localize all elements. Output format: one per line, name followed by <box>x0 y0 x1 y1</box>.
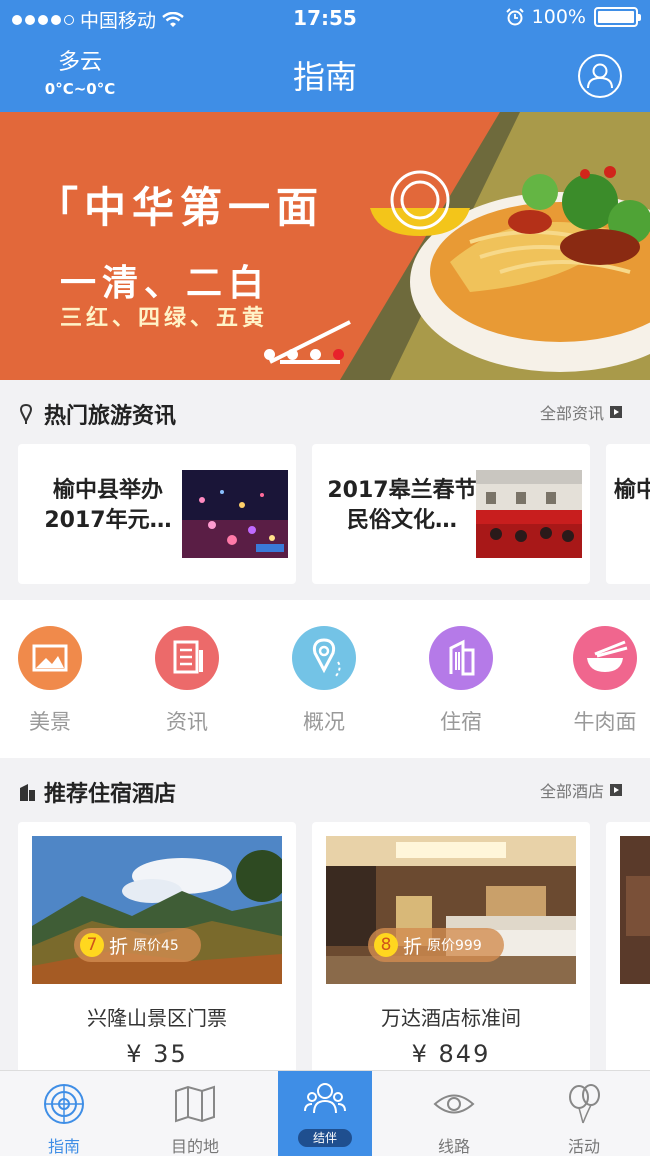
discount-unit: 折 <box>403 935 423 958</box>
category-overview[interactable]: 概况 <box>274 626 374 736</box>
hotel-card[interactable] <box>606 822 650 1072</box>
category-news[interactable]: 资讯 <box>137 626 237 736</box>
category-lodging[interactable]: 住宿 <box>411 626 511 736</box>
category-scenery[interactable]: 美景 <box>0 626 100 736</box>
page-title: 指南 <box>292 58 357 96</box>
hotel-card[interactable]: 8 折 原价999 万达酒店标准间 ¥ 849 <box>312 822 590 1072</box>
tab-destination[interactable]: 目的地 <box>148 1071 242 1156</box>
hotel-list[interactable]: 7 折 原价45 兴隆山景区门票 ¥ 35 8 折 原价999 万达酒店标准间 … <box>0 822 650 1072</box>
user-icon <box>587 63 613 89</box>
lantern-festival-image <box>182 470 288 558</box>
map-icon <box>175 1085 215 1123</box>
top-bar: 中国移动 17:55 100% 多云 0°C~0°C 指南 <box>0 0 650 112</box>
tab-label: 线路 <box>437 1137 470 1156</box>
category-label: 牛肉面 <box>573 710 637 734</box>
user-profile-button[interactable] <box>578 54 622 98</box>
hotel-building-icon <box>20 784 35 801</box>
balloon-icon <box>569 1084 600 1124</box>
news-card-title: 2017皋兰春节民俗文化… <box>327 478 477 533</box>
category-grid: 美景 资讯 概况 住宿 牛肉面 <box>0 600 650 758</box>
battery-label: 100% <box>531 6 586 28</box>
hotel-name: 万达酒店标准间 <box>381 1006 521 1030</box>
all-hotels-link[interactable]: 全部酒店 <box>540 778 622 802</box>
news-card[interactable]: 榆中动国 <box>606 444 650 584</box>
discount-number: 8 <box>374 933 398 957</box>
building-icon <box>429 626 493 690</box>
hotels-section-header: 推荐住宿酒店 全部酒店 <box>0 758 650 822</box>
location-pin-icon <box>20 404 32 424</box>
banner-subline: 一清、二白 <box>60 262 271 304</box>
discount-unit: 折 <box>109 935 129 958</box>
picture-icon <box>18 626 82 690</box>
news-section-header: 热门旅游资讯 全部资讯 <box>0 380 650 444</box>
document-icon <box>155 626 219 690</box>
original-price: 原价999 <box>427 938 482 954</box>
news-card[interactable]: 榆中县举办2017年元… <box>18 444 296 584</box>
news-card-title: 榆中动国 <box>614 478 650 503</box>
arrow-right-icon <box>610 784 622 796</box>
tab-routes[interactable]: 线路 <box>407 1071 501 1156</box>
group-icon <box>304 1083 346 1114</box>
status-right: 100% <box>505 6 641 28</box>
category-label: 美景 <box>29 710 71 734</box>
discount-badge: 7 折 原价45 <box>74 928 201 962</box>
all-news-link[interactable]: 全部资讯 <box>540 400 622 424</box>
banner-carousel[interactable]: 「中华第一面 一清、二白 三红、四绿、五黄 <box>0 112 650 380</box>
banner-headline: 「中华第一面 <box>36 183 325 232</box>
tab-companion[interactable]: 结伴 <box>278 1071 372 1156</box>
discount-badge: 8 折 原价999 <box>368 928 504 962</box>
map-pin-icon <box>292 626 356 690</box>
hotel-room-image <box>620 836 650 984</box>
pager-dot[interactable] <box>287 349 298 360</box>
tab-label: 活动 <box>567 1137 600 1156</box>
news-list[interactable]: 榆中县举办2017年元… 2017皋兰春节民俗文化… 榆中动国 <box>0 444 650 584</box>
all-news-label: 全部资讯 <box>539 404 604 423</box>
banner-tagline: 三红、四绿、五黄 <box>60 305 269 331</box>
news-card-title: 榆中县举办2017年元… <box>44 478 172 533</box>
radar-icon <box>44 1084 84 1124</box>
noodle-bowl-image <box>269 112 650 380</box>
pager-dot[interactable] <box>310 349 321 360</box>
all-hotels-label: 全部酒店 <box>539 782 604 801</box>
bottom-tab-bar: 指南 目的地 结伴 线路 活动 <box>0 1070 650 1156</box>
original-price: 原价45 <box>133 938 179 954</box>
arrow-right-icon <box>610 406 622 418</box>
alarm-icon <box>505 8 524 26</box>
noodle-bowl-icon <box>573 626 637 690</box>
hotel-price: ¥ 35 <box>126 1040 188 1068</box>
tab-label: 目的地 <box>170 1137 219 1156</box>
tab-label: 指南 <box>47 1137 80 1156</box>
hotels-section-title: 推荐住宿酒店 <box>44 782 177 807</box>
banner-pager[interactable] <box>264 349 344 360</box>
eye-icon <box>433 1094 475 1114</box>
spring-festival-image <box>476 470 582 558</box>
hotel-name: 兴隆山景区门票 <box>87 1006 227 1030</box>
hotel-price: ¥ 849 <box>411 1040 491 1068</box>
pager-dot[interactable] <box>264 349 275 360</box>
pager-dot-active[interactable] <box>333 349 344 360</box>
hotel-card[interactable]: 7 折 原价45 兴隆山景区门票 ¥ 35 <box>18 822 296 1072</box>
status-bar: 中国移动 17:55 100% <box>0 0 650 36</box>
battery-icon <box>594 7 641 27</box>
category-label: 住宿 <box>440 710 482 734</box>
discount-number: 7 <box>80 933 104 957</box>
news-card[interactable]: 2017皋兰春节民俗文化… <box>312 444 590 584</box>
category-beef-noodle[interactable]: 牛肉面 <box>555 626 650 736</box>
tab-label: 结伴 <box>298 1129 352 1147</box>
category-label: 资讯 <box>166 710 208 734</box>
category-label: 概况 <box>303 710 345 734</box>
news-section-title: 热门旅游资讯 <box>44 404 177 429</box>
tab-activities[interactable]: 活动 <box>537 1071 631 1156</box>
tab-guide[interactable]: 指南 <box>17 1071 111 1156</box>
